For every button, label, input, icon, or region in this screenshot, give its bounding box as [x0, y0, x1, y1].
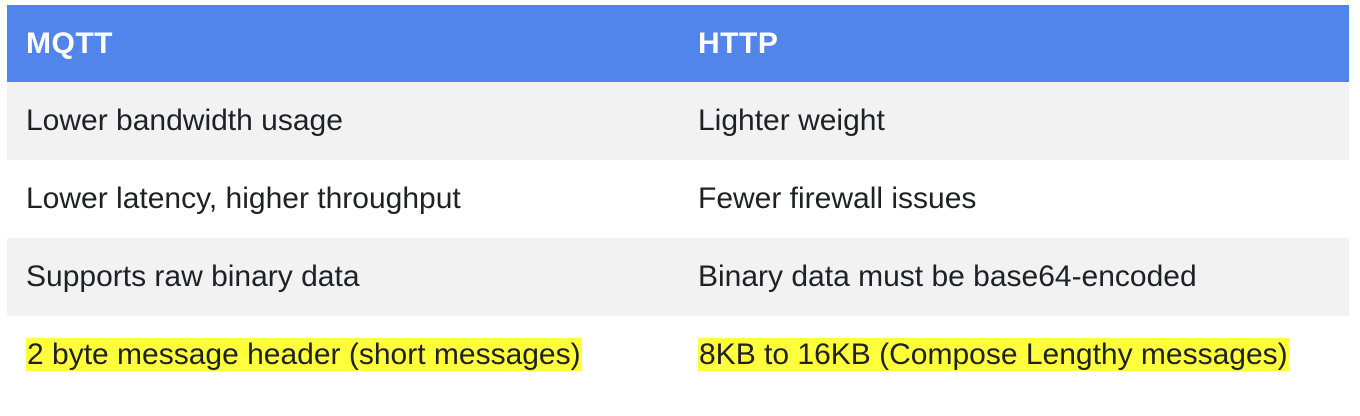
cell-text: Lighter weight: [698, 104, 885, 137]
table-cell: 2 byte message header (short messages): [7, 338, 679, 372]
table-cell: Lower latency, higher throughput: [7, 182, 679, 216]
cell-text: Fewer firewall issues: [698, 182, 977, 215]
table-row: Supports raw binary data Binary data mus…: [7, 238, 1349, 316]
table-cell: 8KB to 16KB (Compose Lengthy messages): [679, 338, 1349, 372]
table-row-highlighted: 2 byte message header (short messages) 8…: [7, 316, 1349, 394]
table-header-row: MQTT HTTP: [7, 5, 1349, 82]
cell-text: Supports raw binary data: [26, 260, 360, 293]
cell-text: Binary data must be base64-encoded: [698, 260, 1197, 293]
table-row: Lower latency, higher throughput Fewer f…: [7, 160, 1349, 238]
header-label-http: HTTP: [698, 26, 779, 60]
table-cell: Lighter weight: [679, 104, 1349, 138]
highlighted-cell-text: 2 byte message header (short messages): [26, 338, 582, 371]
table-cell: Lower bandwidth usage: [7, 104, 679, 138]
table-cell: Fewer firewall issues: [679, 182, 1349, 216]
highlighted-cell-text: 8KB to 16KB (Compose Lengthy messages): [698, 338, 1289, 371]
table-cell: Binary data must be base64-encoded: [679, 260, 1349, 294]
header-cell-http: HTTP: [679, 27, 1349, 61]
table-row: Lower bandwidth usage Lighter weight: [7, 82, 1349, 160]
header-label-mqtt: MQTT: [26, 26, 113, 60]
cell-text: Lower latency, higher throughput: [26, 182, 461, 215]
header-cell-mqtt: MQTT: [7, 27, 679, 61]
cell-text: Lower bandwidth usage: [26, 104, 343, 137]
comparison-table: MQTT HTTP Lower bandwidth usage Lighter …: [7, 5, 1349, 394]
table-cell: Supports raw binary data: [7, 260, 679, 294]
